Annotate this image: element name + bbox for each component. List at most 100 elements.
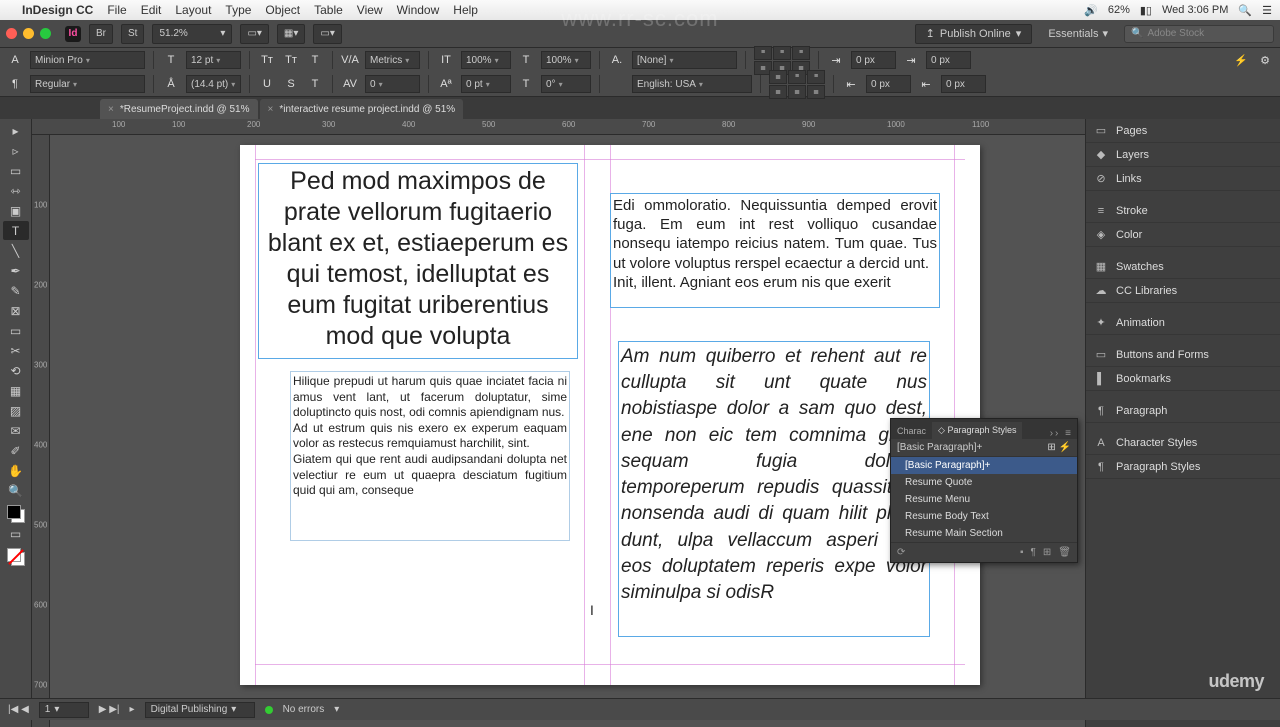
charstyle-dropdown[interactable]: [None]▾ — [632, 51, 737, 69]
tracking-field[interactable]: 0▾ — [365, 75, 420, 93]
align-center[interactable]: ≡ — [773, 46, 791, 60]
panel-color[interactable]: ◈Color — [1086, 223, 1280, 247]
panel-buttons-and-forms[interactable]: ▭Buttons and Forms — [1086, 343, 1280, 367]
publish-online-button[interactable]: ↥ Publish Online ▾ — [915, 24, 1033, 44]
font-size-field[interactable]: 12 pt▾ — [186, 51, 241, 69]
guide[interactable] — [255, 145, 256, 685]
menu-edit[interactable]: Edit — [141, 3, 162, 17]
settings-icon[interactable]: ⚙ — [1256, 51, 1274, 69]
menu-help[interactable]: Help — [453, 3, 478, 17]
new-group-icon[interactable]: ⊞ — [1047, 442, 1055, 453]
gradient-swatch-tool[interactable]: ▦ — [3, 381, 29, 400]
pen-tool[interactable]: ✒ — [3, 261, 29, 280]
zoom-level[interactable]: 51.2%▾ — [152, 24, 232, 44]
language-dropdown[interactable]: English: USA▾ — [632, 75, 752, 93]
fill-stroke-swatch[interactable] — [7, 505, 25, 523]
menu-view[interactable]: View — [357, 3, 383, 17]
style-row[interactable]: Resume Body Text — [891, 508, 1077, 525]
tab-resume[interactable]: ×*ResumeProject.indd @ 51% — [100, 99, 258, 119]
style-row[interactable]: Resume Quote — [891, 474, 1077, 491]
clear-override-icon[interactable]: ⚡ — [1059, 442, 1071, 453]
type-tool[interactable]: T — [3, 221, 29, 240]
note-tool[interactable]: ✉ — [3, 421, 29, 440]
free-transform-tool[interactable]: ⟲ — [3, 361, 29, 380]
panel-paragraph[interactable]: ¶Paragraph — [1086, 399, 1280, 423]
justify-all[interactable]: ≣ — [769, 70, 787, 84]
notifications-icon[interactable]: ☰ — [1262, 4, 1272, 17]
folder-icon[interactable]: ▪ — [1020, 547, 1024, 558]
workspace-dropdown[interactable]: Essentials ▾ — [1040, 24, 1116, 44]
panel-layers[interactable]: ◆Layers — [1086, 143, 1280, 167]
hscale-field[interactable]: 100%▾ — [541, 51, 591, 69]
close-icon[interactable]: × — [268, 104, 274, 115]
page-tool[interactable]: ▭ — [3, 161, 29, 180]
rectangle-frame-tool[interactable]: ⊠ — [3, 301, 29, 320]
guide[interactable] — [584, 145, 585, 685]
superscript-icon[interactable]: T — [306, 51, 324, 69]
line-tool[interactable]: ╲ — [3, 241, 29, 260]
character-mode-icon[interactable]: A — [6, 51, 24, 69]
page-number-field[interactable]: 1▾ — [39, 702, 89, 718]
leading-field[interactable]: (14.4 pt)▾ — [186, 75, 241, 93]
skew-field[interactable]: 0°▾ — [541, 75, 591, 93]
text-frame-quote[interactable]: Am num quiberro et rehent aut re cullupt… — [618, 341, 930, 637]
text-frame-body1[interactable]: Hilique prepudi ut harum quis quae incia… — [290, 371, 570, 541]
panel-animation[interactable]: ✦Animation — [1086, 311, 1280, 335]
trash-icon[interactable]: 🗑 — [1058, 547, 1071, 558]
align-towards[interactable]: ≡ — [788, 70, 806, 84]
panel-paragraph-styles[interactable]: ¶Paragraph Styles — [1086, 455, 1280, 479]
panel-cc-libraries[interactable]: ☁CC Libraries — [1086, 279, 1280, 303]
panel-pages[interactable]: ▭Pages — [1086, 119, 1280, 143]
align-away[interactable]: ≡ — [807, 70, 825, 84]
apply-none[interactable] — [7, 548, 25, 566]
paragraph-styles-panel[interactable]: Charac ◇ Paragraph Styles ›› ≡ [Basic Pa… — [890, 418, 1078, 563]
selection-tool[interactable]: ▸ — [3, 121, 29, 140]
next-spread-icon[interactable]: ▶ ▶| — [99, 704, 120, 715]
eyedropper-tool[interactable]: ✐ — [3, 441, 29, 460]
menu-file[interactable]: File — [107, 3, 126, 17]
guide[interactable] — [255, 664, 965, 665]
subscript-icon[interactable]: T — [306, 75, 324, 93]
paragraph-mode-icon[interactable]: ¶ — [6, 75, 24, 93]
view-options[interactable]: ▭▾ — [240, 24, 268, 44]
clear-icon[interactable]: ¶ — [1031, 547, 1036, 558]
flash-icon[interactable]: ⚡ — [1232, 51, 1250, 69]
panel-menu-icon[interactable]: ≡ — [1065, 428, 1073, 439]
style-row[interactable]: Resume Menu — [891, 491, 1077, 508]
text-frame-body2[interactable]: Edi ommoloratio. Nequissuntia demped ero… — [610, 193, 940, 308]
indent-left-field[interactable]: 0 px — [851, 51, 896, 69]
style-link-icon[interactable]: ⟳ — [897, 547, 905, 558]
ruler-horizontal[interactable]: 10010020030040050060070080090010001100 — [32, 119, 1085, 135]
menu-type[interactable]: Type — [225, 3, 251, 17]
pencil-tool[interactable]: ✎ — [3, 281, 29, 300]
close-icon[interactable]: × — [108, 104, 114, 115]
adobe-stock-search[interactable]: 🔍 Adobe Stock — [1124, 25, 1274, 43]
panel-stroke[interactable]: ≡Stroke — [1086, 199, 1280, 223]
container-format[interactable]: ▭ — [3, 524, 29, 543]
content-collector[interactable]: ▣ — [3, 201, 29, 220]
menu-layout[interactable]: Layout — [175, 3, 211, 17]
screen-mode[interactable]: ▭▾ — [313, 24, 341, 44]
tab-paragraph-styles[interactable]: ◇ Paragraph Styles — [932, 422, 1022, 439]
smallcaps-icon[interactable]: Tт — [282, 51, 300, 69]
align-right[interactable]: ≡ — [792, 46, 810, 60]
stock-button[interactable]: St — [121, 24, 144, 44]
prev-spread-icon[interactable]: |◀ ◀ — [8, 704, 29, 715]
indent-first-field[interactable]: 0 px — [926, 51, 971, 69]
panel-character-styles[interactable]: ACharacter Styles — [1086, 431, 1280, 455]
gap-tool[interactable]: ⇿ — [3, 181, 29, 200]
align-left[interactable]: ≡ — [754, 46, 772, 60]
font-style-dropdown[interactable]: Regular▾ — [30, 75, 145, 93]
bridge-button[interactable]: Br — [89, 24, 113, 44]
style-row[interactable]: Resume Main Section — [891, 525, 1077, 542]
strike-icon[interactable]: S — [282, 75, 300, 93]
direct-selection-tool[interactable]: ▹ — [3, 141, 29, 160]
menu-window[interactable]: Window — [397, 3, 440, 17]
maximize-icon[interactable] — [40, 28, 51, 39]
minimize-icon[interactable] — [23, 28, 34, 39]
style-row[interactable]: [Basic Paragraph]+ — [891, 457, 1077, 474]
caps-icon[interactable]: Tт — [258, 51, 276, 69]
baseline-field[interactable]: 0 pt▾ — [461, 75, 511, 93]
page[interactable]: Ped mod maximpos de prate vellorum fugit… — [240, 145, 980, 685]
tab-character-styles[interactable]: Charac — [891, 423, 932, 439]
